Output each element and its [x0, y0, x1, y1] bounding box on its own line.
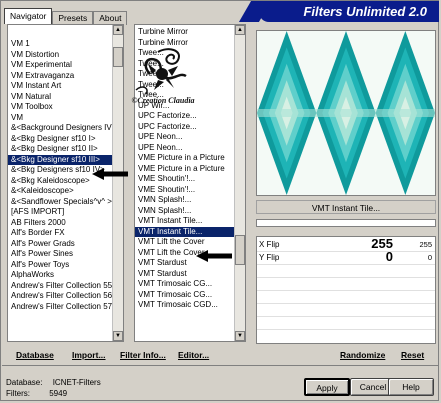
filter-preview — [256, 30, 436, 196]
filter-item[interactable]: VMT Trimosaic CG... — [135, 290, 245, 301]
filter-item[interactable]: VMT Instant Tile... — [135, 216, 245, 227]
parameter-panel: X Flip 255 255 Y Flip 0 0 — [256, 236, 436, 344]
import-link[interactable]: Import... — [72, 350, 106, 360]
scroll-up-arrow-icon[interactable]: ▲ — [235, 25, 245, 35]
database-label: Database: — [6, 378, 43, 387]
database-value: ICNET-Filters — [52, 378, 101, 387]
tab-navigator[interactable]: Navigator — [4, 8, 53, 24]
filter-item[interactable]: VME Picture in a Picture — [135, 153, 245, 164]
current-filter-name: VMT Instant Tile... — [256, 200, 436, 214]
category-item[interactable]: VM Natural — [8, 92, 123, 103]
category-item[interactable]: VM Toolbox — [8, 102, 123, 113]
apply-button[interactable]: Apply — [304, 378, 350, 396]
category-item[interactable]: &<Kaleidoscope> — [8, 186, 123, 197]
pointer-arrow-icon — [92, 168, 128, 180]
param-empty — [257, 291, 435, 304]
param-empty — [257, 304, 435, 317]
param-max: 0 — [427, 253, 432, 262]
param-x-flip[interactable]: X Flip 255 255 — [257, 236, 435, 252]
category-item[interactable]: VM Extravaganza — [8, 71, 123, 82]
scroll-down-arrow-icon[interactable]: ▼ — [235, 331, 245, 341]
category-item[interactable]: VM 1 — [8, 39, 123, 50]
watermark-logo: ©Creation Claudia — [131, 48, 195, 105]
filter-item[interactable]: VMN Splash!... — [135, 195, 245, 206]
filter-item[interactable]: VMN Splash!... — [135, 206, 245, 217]
divider — [2, 365, 439, 366]
status-database: Database: ICNET-Filters — [6, 378, 101, 387]
category-item[interactable]: Alf's Border FX — [8, 228, 123, 239]
watermark-text: ©Creation Claudia — [131, 96, 194, 105]
filter-item[interactable]: VMT Instant Tile... — [135, 226, 245, 237]
filters-label: Filters: — [6, 389, 30, 398]
reset-link[interactable]: Reset — [401, 350, 424, 360]
preview-zoom-bar[interactable] — [256, 219, 436, 227]
category-item[interactable]: Andrew's Filter Collection 55 — [8, 281, 123, 292]
category-item[interactable]: AlphaWorks — [8, 270, 123, 281]
filter-item[interactable]: Turbine Mirror — [135, 27, 245, 38]
param-empty — [257, 317, 435, 330]
category-item[interactable]: &<Bkg Designer sf10 III> — [8, 154, 123, 165]
filter-item[interactable]: VME Shoutin'!... — [135, 174, 245, 185]
filter-info-link[interactable]: Filter Info... — [120, 350, 166, 360]
filter-item[interactable]: UPC Factorize... — [135, 111, 245, 122]
category-item[interactable]: Alf's Power Grads — [8, 239, 123, 250]
app-banner: Filters Unlimited 2.0 — [259, 1, 439, 22]
filter-item[interactable]: VMT Trimosaic CG... — [135, 279, 245, 290]
status-filters: Filters: 5949 — [6, 389, 67, 398]
filter-item[interactable]: VME Picture in a Picture — [135, 164, 245, 175]
category-list[interactable]: VM 1 VM Distortion VM Experimental VM Extra… — [7, 24, 124, 342]
tab-presets[interactable]: Presets — [52, 11, 94, 25]
category-item[interactable]: VM Experimental — [8, 60, 123, 71]
filter-item[interactable]: VMT Stardust — [135, 269, 245, 280]
scroll-down-arrow-icon[interactable]: ▼ — [113, 331, 123, 341]
category-item[interactable]: Andrew's Filter Collection 56 — [8, 291, 123, 302]
param-empty — [257, 278, 435, 291]
help-button[interactable]: Help — [388, 378, 434, 396]
tab-bar: Navigator Presets About — [4, 8, 128, 25]
scroll-thumb[interactable] — [113, 47, 123, 67]
scroll-thumb[interactable] — [235, 235, 245, 265]
param-empty — [257, 330, 435, 342]
filter-item[interactable]: VMT Lift the Cover — [135, 237, 245, 248]
filter-item[interactable]: UPC Factorize... — [135, 122, 245, 133]
category-item[interactable]: VM Instant Art — [8, 81, 123, 92]
filter-item[interactable]: UPE Neon... — [135, 143, 245, 154]
category-item[interactable]: &<Sandflower Specials^v^ > — [8, 197, 123, 208]
category-item[interactable]: VM — [8, 113, 123, 124]
filter-item[interactable]: VMT Trimosaic CGD... — [135, 300, 245, 311]
param-label: Y Flip — [259, 253, 280, 262]
category-item[interactable]: Alf's Power Toys — [8, 260, 123, 271]
pointer-arrow-icon — [196, 250, 232, 262]
randomize-link[interactable]: Randomize — [340, 350, 385, 360]
param-max: 255 — [419, 240, 432, 249]
category-item[interactable]: Andrew's Filter Collection 57 — [8, 302, 123, 313]
tab-about[interactable]: About — [93, 11, 128, 25]
filters-value: 5949 — [49, 389, 68, 398]
filter-scrollbar[interactable]: ▲ ▼ — [234, 25, 245, 341]
param-label: X Flip — [259, 240, 280, 249]
database-link[interactable]: Database — [16, 350, 54, 360]
param-value: 0 — [385, 249, 393, 264]
category-item[interactable]: Alf's Power Sines — [8, 249, 123, 260]
category-item[interactable]: VM Distortion — [8, 50, 123, 61]
category-item[interactable]: [AFS IMPORT] — [8, 207, 123, 218]
category-item[interactable]: &<Background Designers IV> — [8, 123, 123, 134]
filter-item[interactable]: UPE Neon... — [135, 132, 245, 143]
category-item[interactable]: AB Filters 2000 — [8, 218, 123, 229]
filter-item[interactable]: VME Shoutin'!... — [135, 185, 245, 196]
param-y-flip[interactable]: Y Flip 0 0 — [257, 249, 435, 265]
category-item[interactable]: &<Bkg Designer sf10 I> — [8, 134, 123, 145]
editor-link[interactable]: Editor... — [178, 350, 209, 360]
preview-band — [257, 109, 435, 117]
category-item[interactable]: &<Bkg Designer sf10 II> — [8, 144, 123, 155]
scroll-up-arrow-icon[interactable]: ▲ — [113, 25, 123, 35]
category-scrollbar[interactable]: ▲ ▼ — [112, 25, 123, 341]
param-empty — [257, 265, 435, 278]
